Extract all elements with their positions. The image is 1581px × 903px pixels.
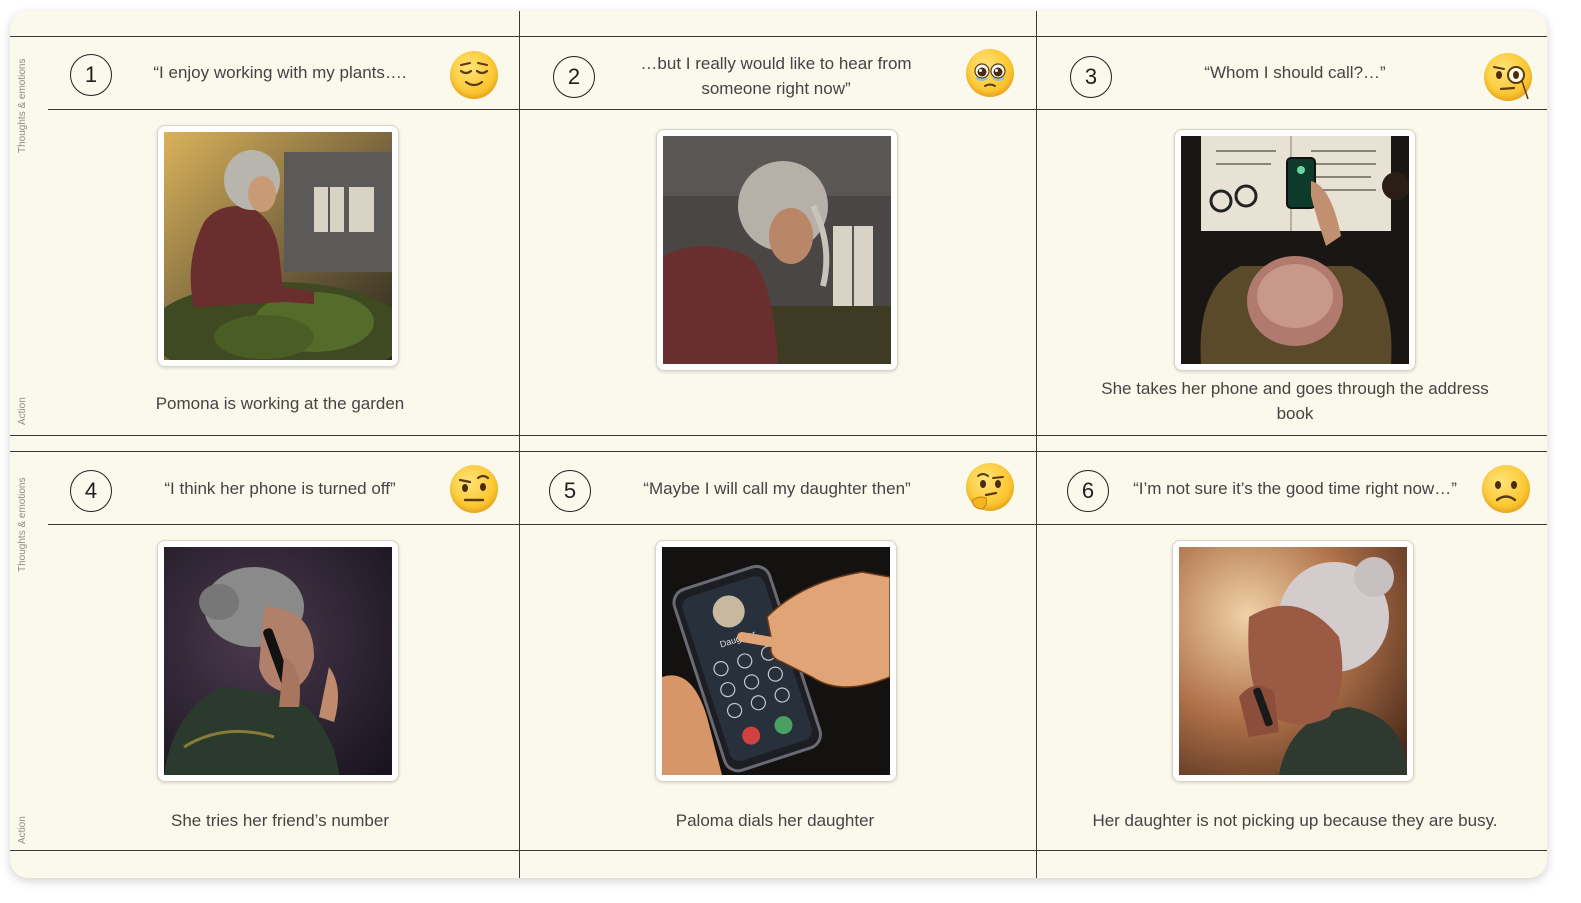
step-number: 6 — [1067, 470, 1109, 512]
illustration-frame — [1174, 129, 1416, 371]
raised-eyebrow-face-icon — [450, 465, 498, 513]
pleading-face-icon — [966, 49, 1014, 97]
thinking-face-icon — [966, 463, 1014, 511]
grid-line — [10, 435, 1547, 436]
row-label-action: Action — [17, 816, 28, 844]
illustration-frame — [157, 540, 399, 782]
grid-line — [10, 451, 1547, 452]
step-number: 3 — [1070, 56, 1112, 98]
illustration-frame — [1172, 540, 1414, 782]
thought-text: “I enjoy working with my plants…. — [153, 63, 407, 82]
woman-head-down-image — [663, 136, 891, 364]
face-with-monocle-icon — [1484, 53, 1532, 101]
dialing-phone-image: Daughter — [662, 547, 890, 775]
grid-line — [48, 524, 1547, 525]
action-text: She takes her phone and goes through the… — [1101, 379, 1489, 423]
row-label-action: Action — [17, 397, 28, 425]
thought-text: “I think her phone is turned off” — [164, 479, 396, 498]
step-number: 5 — [549, 470, 591, 512]
step-number: 2 — [553, 56, 595, 98]
frowning-face-icon — [1482, 465, 1530, 513]
grid-line — [519, 11, 520, 878]
thought-text: “Whom I should call?…” — [1204, 63, 1386, 82]
illustration-frame — [157, 125, 399, 367]
woman-gardening-image — [164, 132, 392, 360]
grid-line — [1036, 11, 1037, 878]
action-text: Pomona is working at the garden — [155, 394, 405, 413]
thought-text: “Maybe I will call my daughter then” — [643, 479, 911, 498]
step-number: 1 — [70, 54, 112, 96]
grid-line — [10, 850, 1547, 851]
thought-text: “I’m not sure it’s the good time right n… — [1133, 479, 1457, 498]
row-label-thoughts: Thoughts & emotions — [17, 58, 28, 154]
action-text: Her daughter is not picking up because t… — [1092, 811, 1498, 830]
storyboard: Thoughts & emotions Action Thoughts & em… — [10, 11, 1547, 878]
grid-line — [10, 36, 1547, 37]
grid-line — [48, 109, 1547, 110]
illustration-frame — [656, 129, 898, 371]
illustration-frame: Daughter — [655, 540, 897, 782]
woman-on-phone-image — [164, 547, 392, 775]
step-number: 4 — [70, 470, 112, 512]
phone-address-book-image — [1181, 136, 1409, 364]
woman-worried-phone-image — [1179, 547, 1407, 775]
action-text: Paloma dials her daughter — [675, 811, 875, 830]
thought-text: …but I really would like to hear from so… — [640, 54, 912, 98]
action-text: She tries her friend’s number — [171, 811, 389, 830]
row-label-thoughts: Thoughts & emotions — [17, 477, 28, 573]
relieved-face-icon — [450, 51, 498, 99]
